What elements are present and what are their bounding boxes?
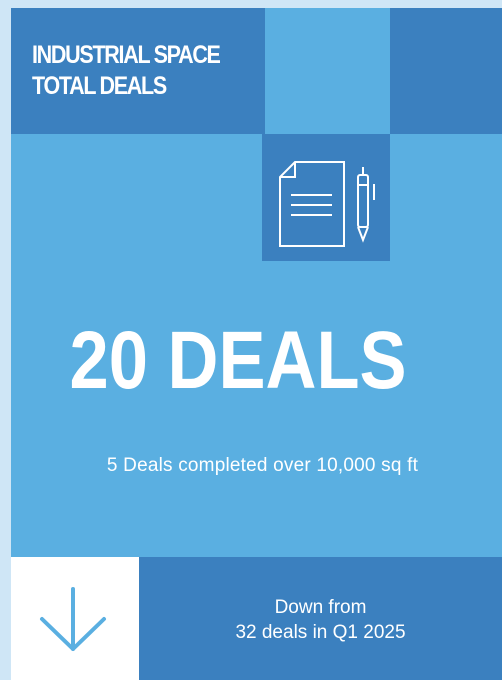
- comparison-line-2: 32 deals in Q1 2025: [235, 622, 406, 643]
- arrow-down-icon: [40, 587, 106, 651]
- document-pen-icon: [279, 161, 375, 247]
- icon-block: [262, 134, 390, 261]
- industrial-deals-card: INDUSTRIAL SPACE TOTAL DEALS 20 DEALS 5 …: [11, 8, 502, 680]
- title-line-1: INDUSTRIAL SPACE: [32, 41, 221, 69]
- card-title: INDUSTRIAL SPACE TOTAL DEALS: [32, 40, 221, 102]
- comparison-line-1: Down from: [274, 597, 367, 618]
- comparison-text: Down from 32 deals in Q1 2025: [139, 595, 502, 645]
- deal-detail: 5 Deals completed over 10,000 sq ft: [106, 455, 419, 476]
- corner-decoration: [390, 8, 502, 134]
- title-line-2: TOTAL DEALS: [32, 72, 167, 100]
- trend-icon-block: [11, 557, 139, 680]
- deal-count: 20 DEALS: [69, 315, 407, 406]
- comparison-block: Down from 32 deals in Q1 2025: [139, 557, 502, 680]
- title-block: INDUSTRIAL SPACE TOTAL DEALS: [11, 8, 265, 134]
